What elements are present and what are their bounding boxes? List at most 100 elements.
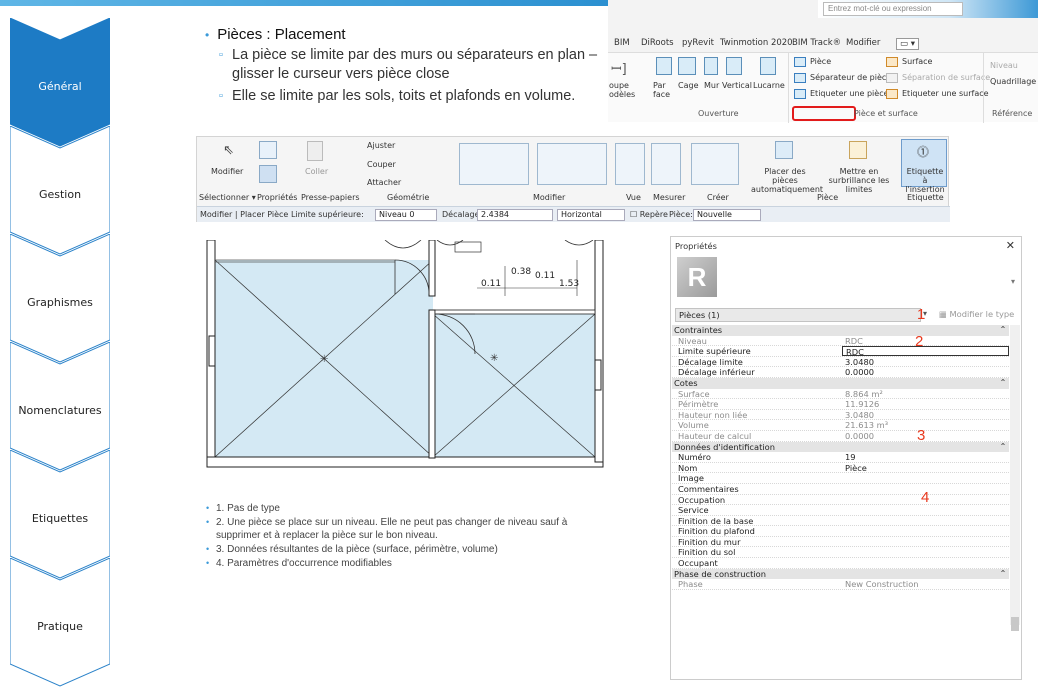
property-name: Surface: [678, 388, 710, 399]
type-selector[interactable]: Pièces (1): [675, 308, 921, 322]
property-row[interactable]: Occupation: [672, 495, 1009, 506]
property-row[interactable]: Service: [672, 505, 1009, 516]
property-row[interactable]: Décalage limite 3.0480: [672, 357, 1009, 368]
property-row[interactable]: Commentaires: [672, 484, 1009, 495]
property-group-header[interactable]: Données d'identification ⌃: [672, 441, 1009, 453]
properties-palette: Propriétés ✕ R ▾ Pièces (1) ▾ ▦ Modifier…: [670, 236, 1022, 680]
properties-icon[interactable]: [259, 141, 277, 159]
btn-coller[interactable]: Coller: [305, 167, 328, 176]
chevron-down-icon[interactable]: ▾: [1011, 277, 1015, 286]
btn-modifier[interactable]: Modifier: [211, 167, 243, 176]
property-group-header[interactable]: Phase de construction ⌃: [672, 568, 1009, 580]
btn-par-face[interactable]: Par face: [653, 81, 670, 99]
repere-checkbox[interactable]: ☐ Repère: [630, 210, 668, 219]
mur-icon: [704, 57, 718, 75]
limite-sup-select[interactable]: Niveau 0: [375, 209, 437, 221]
properties-scrollbar[interactable]: [1010, 325, 1020, 625]
property-row[interactable]: Image: [672, 473, 1009, 484]
close-icon[interactable]: ✕: [1006, 239, 1015, 252]
btn-vertical[interactable]: Vertical: [722, 81, 752, 90]
property-value[interactable]: 0.0000: [842, 367, 1009, 377]
type-properties-icon[interactable]: [259, 165, 277, 183]
property-value[interactable]: [842, 505, 1009, 515]
property-row[interactable]: Occupant: [672, 558, 1009, 569]
nav-item-pratique[interactable]: Pratique: [10, 558, 110, 688]
btn-modeles[interactable]: oupe odèles: [609, 81, 635, 99]
modifier-tools-icons[interactable]: [459, 143, 529, 185]
btn-surbrillance[interactable]: Mettre en surbrillance les limites: [819, 167, 899, 194]
property-row[interactable]: Périmètre 11.9126: [672, 399, 1009, 410]
btn-etiqueter-piece[interactable]: Etiqueter une pièce: [810, 89, 889, 98]
btn-separation-surface[interactable]: Séparation de surface: [902, 73, 990, 82]
property-value[interactable]: Pièce: [842, 463, 1009, 473]
btn-placer-auto[interactable]: Placer des pièces automatiquement: [751, 167, 823, 194]
property-row[interactable]: Finition du mur: [672, 537, 1009, 548]
property-name: Service: [678, 505, 709, 516]
btn-separateur[interactable]: Séparateur de pièces: [810, 73, 895, 82]
creer-tools-icons[interactable]: [691, 143, 739, 185]
coller-icon[interactable]: [307, 141, 323, 161]
property-row[interactable]: Hauteur de calcul 0.0000: [672, 431, 1009, 442]
btn-couper[interactable]: Couper: [367, 160, 396, 169]
property-value[interactable]: [842, 558, 1009, 568]
btn-etiqueter-surface[interactable]: Etiqueter une surface: [902, 89, 989, 98]
collapse-icon[interactable]: ⌃: [997, 325, 1009, 336]
property-row[interactable]: Décalage inférieur 0.0000: [672, 367, 1009, 378]
tab-diroots[interactable]: DiRoots: [641, 38, 674, 48]
collapse-icon[interactable]: ⌃: [997, 442, 1009, 453]
btn-etiquette-insertion[interactable]: Etiquette à l'insertion: [903, 167, 947, 194]
property-row[interactable]: Hauteur non liée 3.0480: [672, 410, 1009, 421]
btn-piece[interactable]: Pièce: [810, 57, 831, 66]
property-value[interactable]: 3.0480: [842, 357, 1009, 367]
mesurer-tools-icons[interactable]: [651, 143, 681, 185]
vue-tools-icons[interactable]: [615, 143, 645, 185]
property-value[interactable]: [842, 547, 1009, 557]
property-value[interactable]: 19: [842, 452, 1009, 462]
tab-twinmotion[interactable]: Twinmotion 2020: [720, 38, 793, 48]
property-value[interactable]: [842, 516, 1009, 526]
tab-dropdown[interactable]: ▭ ▾: [896, 38, 919, 50]
scrollbar-thumb[interactable]: [1011, 617, 1019, 631]
tab-modifier[interactable]: Modifier: [846, 38, 880, 48]
btn-ajuster[interactable]: Ajuster: [367, 141, 395, 150]
btn-niveau[interactable]: Niveau: [990, 61, 1018, 70]
edit-type-button[interactable]: ▦ Modifier le type: [939, 309, 1014, 319]
collapse-icon[interactable]: ⌃: [997, 569, 1009, 580]
property-row[interactable]: Volume 21.613 m³: [672, 420, 1009, 431]
panel-selectionner[interactable]: Sélectionner ▾: [199, 193, 256, 202]
property-group-header[interactable]: Cotes ⌃: [672, 377, 1009, 389]
decalage-input[interactable]: 2.4384: [477, 209, 553, 221]
collapse-icon[interactable]: ⌃: [997, 378, 1009, 389]
btn-lucarne[interactable]: Lucarne: [753, 81, 785, 90]
search-box[interactable]: Entrez mot-clé ou expression: [823, 2, 963, 16]
property-value[interactable]: [842, 537, 1009, 547]
placer-auto-icon[interactable]: [775, 141, 793, 159]
property-group-header[interactable]: Contraintes ⌃: [672, 325, 1009, 336]
property-row[interactable]: Nom Pièce: [672, 463, 1009, 474]
btn-attacher[interactable]: Attacher: [367, 178, 401, 187]
property-row[interactable]: Niveau RDC: [672, 336, 1009, 347]
property-value[interactable]: [842, 473, 1009, 483]
property-row[interactable]: Limite supérieure RDC: [672, 346, 1009, 357]
orientation-select[interactable]: Horizontal: [557, 209, 625, 221]
property-row[interactable]: Finition du plafond: [672, 526, 1009, 537]
btn-quadrillage[interactable]: Quadrillage: [990, 77, 1036, 86]
surbrillance-icon[interactable]: [849, 141, 867, 159]
property-value[interactable]: [842, 526, 1009, 536]
tab-bim[interactable]: BIM: [614, 38, 630, 48]
property-row[interactable]: Finition de la base: [672, 516, 1009, 527]
property-row[interactable]: Phase New Construction: [672, 579, 1009, 590]
tab-pyrevit[interactable]: pyRevit: [682, 38, 714, 48]
btn-cage[interactable]: Cage: [678, 81, 699, 90]
bracket-icon: ꟷ]: [611, 62, 627, 77]
etiqueter-surface-icon: [886, 89, 898, 99]
piece-select[interactable]: Nouvelle: [693, 209, 761, 221]
btn-mur[interactable]: Mur: [704, 81, 719, 90]
property-value[interactable]: RDC: [842, 346, 1009, 357]
property-row[interactable]: Numéro 19: [672, 452, 1009, 463]
property-row[interactable]: Surface 8.864 m²: [672, 389, 1009, 400]
tab-bimtrack[interactable]: BIM Track®: [792, 38, 841, 48]
modifier-tools-icons-2[interactable]: [537, 143, 607, 185]
property-row[interactable]: Finition du sol: [672, 547, 1009, 559]
btn-surface[interactable]: Surface: [902, 57, 932, 66]
